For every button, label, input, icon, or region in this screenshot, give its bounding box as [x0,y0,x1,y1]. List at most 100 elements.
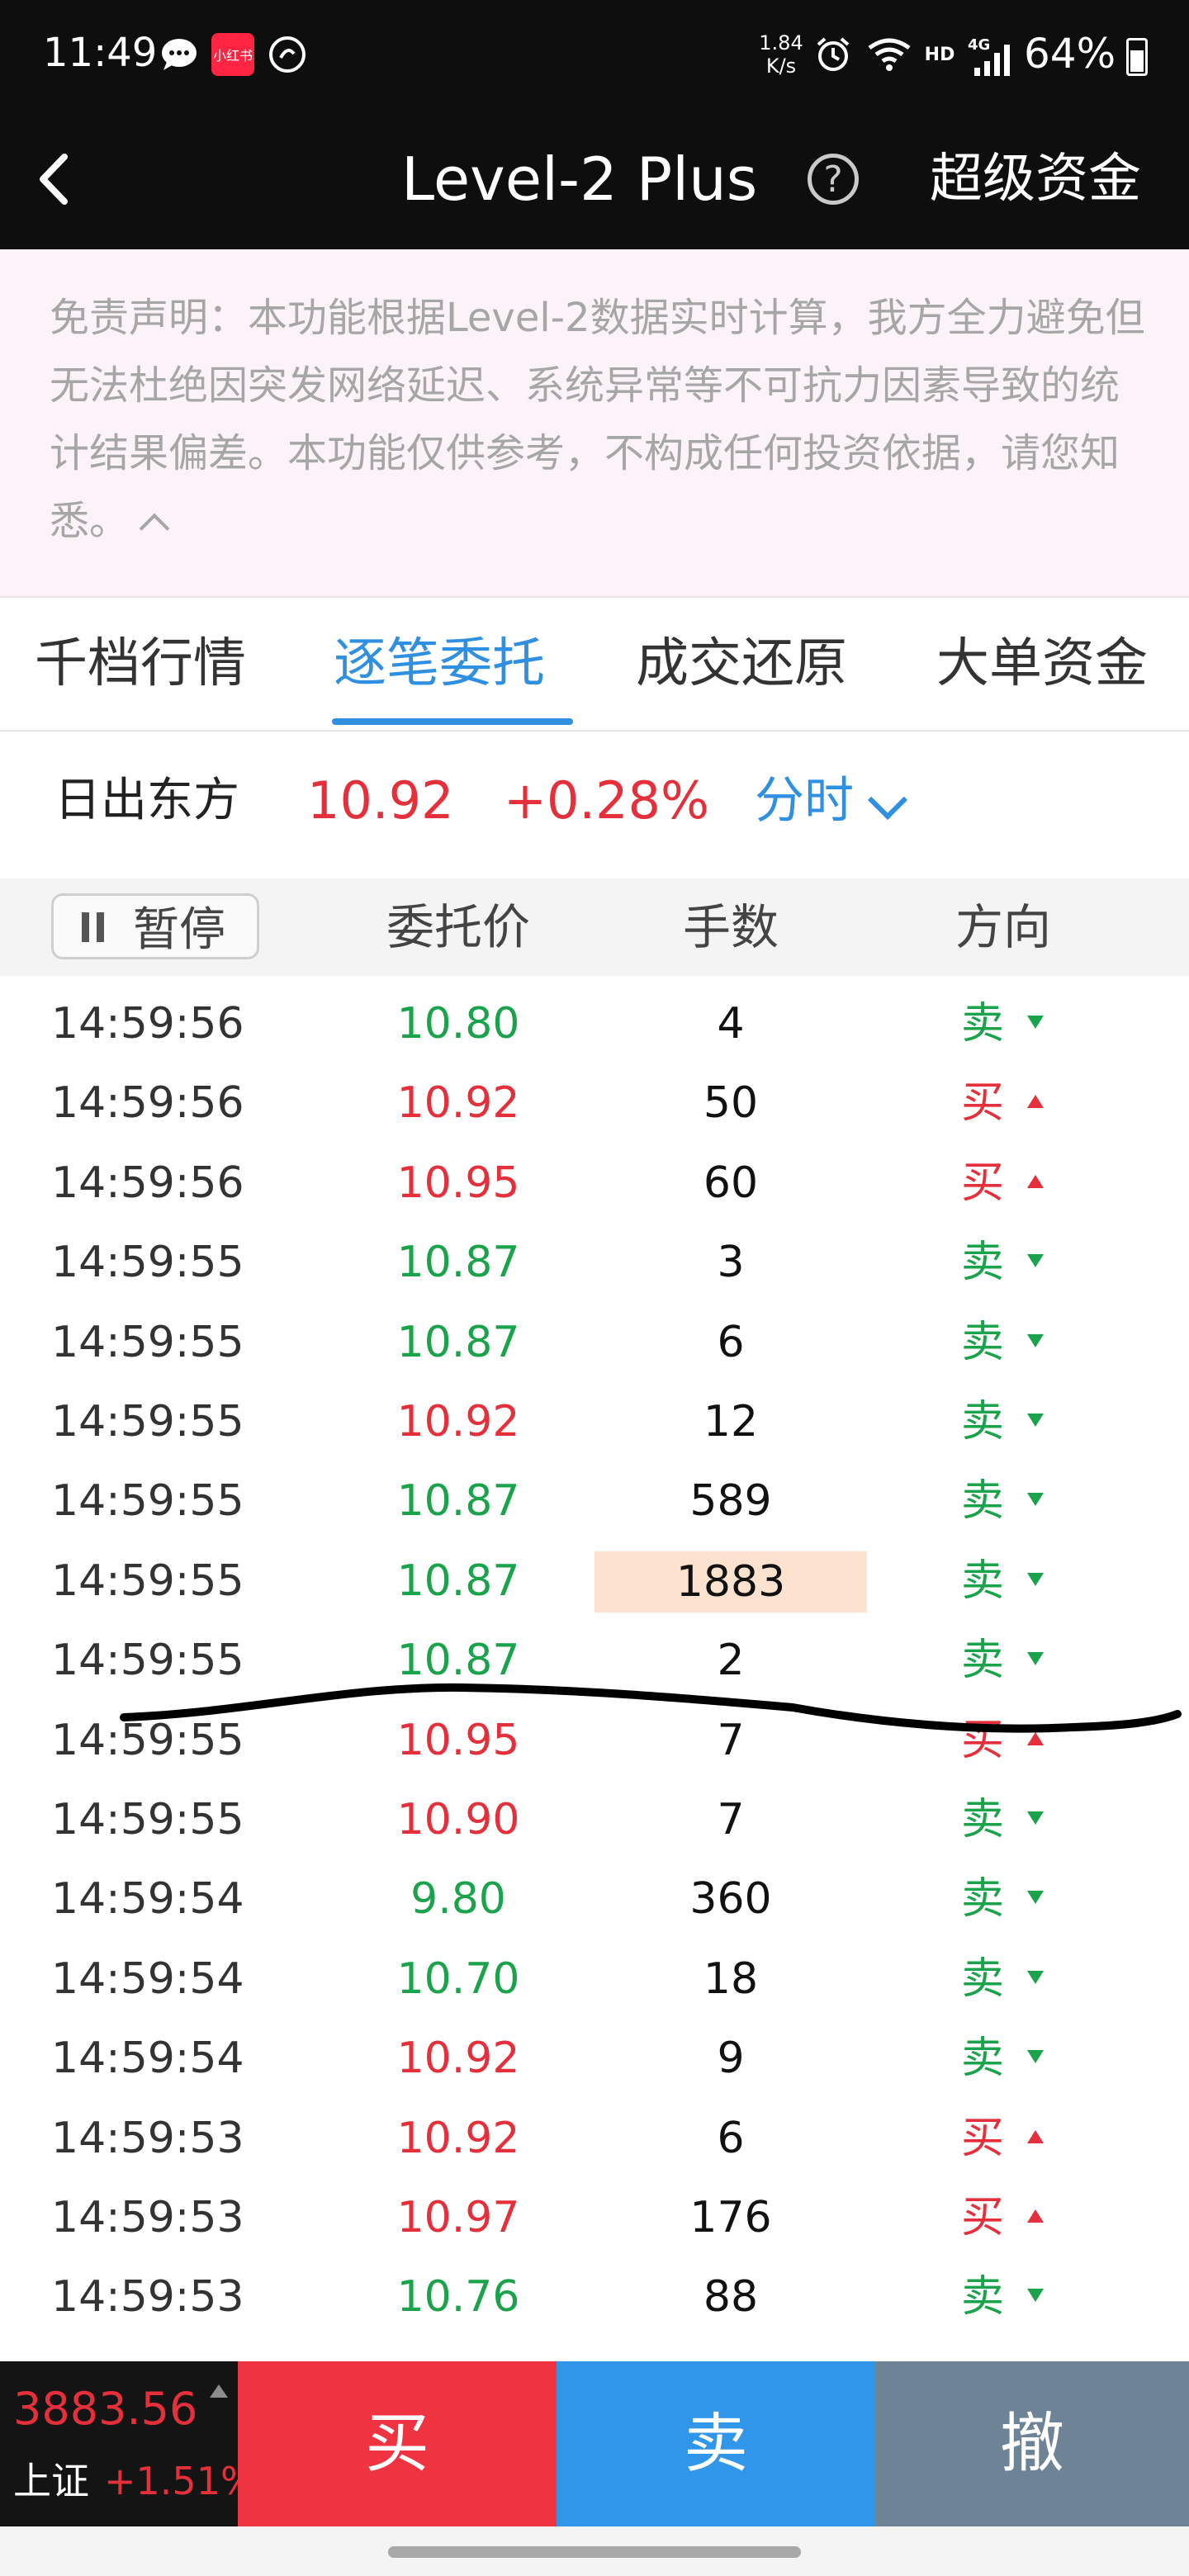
back-arrow-icon[interactable] [25,134,83,225]
order-direction: 买 [961,2193,1005,2242]
order-time: 14:59:55 [51,1556,244,1606]
sell-button[interactable]: 卖 [557,2361,875,2526]
order-price: 9.80 [410,1874,506,1925]
hand-drawn-line [120,1683,1182,1733]
triangle-up-icon [1027,2129,1044,2143]
order-price: 10.76 [396,2272,520,2323]
order-price: 10.92 [396,1078,520,1129]
order-time: 14:59:53 [51,2193,244,2242]
cellular-signal-icon: 4G [968,36,1014,76]
order-time: 14:59:55 [51,1397,244,1447]
stock-name: 日出东方 [54,774,239,827]
order-quantity: 6 [717,2113,745,2163]
collapse-chevron-icon[interactable] [139,513,170,544]
triangle-down-icon [1027,2289,1044,2303]
table-row[interactable]: 14:59:53 10.76 88 卖 [0,2257,1189,2337]
order-time: 14:59:53 [51,2113,244,2163]
order-price: 10.90 [396,1795,520,1844]
order-quantity: 60 [703,1158,759,1208]
status-bar: 11:49 小红书 1.84 K/s HD 4G 64% [0,0,1189,116]
buy-button[interactable]: 买 [238,2361,557,2526]
table-row[interactable]: 14:59:55 10.87 589 卖 [0,1461,1189,1541]
order-quantity: 88 [703,2272,759,2323]
order-time: 14:59:54 [51,1874,244,1925]
triangle-down-icon [1027,1811,1044,1825]
chevron-down-icon[interactable] [867,779,908,821]
order-quantity: 360 [689,1874,772,1925]
order-quantity: 7 [717,1795,745,1844]
tab-order-book[interactable]: 千档行情 [35,623,246,705]
triangle-up-icon [1027,1174,1044,1188]
triangle-up-icon [1027,1095,1044,1109]
order-direction: 卖 [961,1556,1005,1606]
table-row[interactable]: 14:59:55 10.87 6 卖 [0,1303,1189,1382]
table-row[interactable]: 14:59:53 10.92 6 买 [0,2099,1189,2178]
active-tab-indicator [332,718,573,725]
table-row[interactable]: 14:59:55 10.87 3 卖 [0,1223,1189,1302]
battery-icon [1126,38,1148,76]
time-mode-dropdown[interactable]: 分时 [755,768,854,834]
super-funds-link[interactable]: 超级资金 [930,134,1141,225]
status-time: 11:49 [43,30,158,76]
top-bar: 11:49 小红书 1.84 K/s HD 4G 64% Level-2 Plu… [0,0,1189,249]
table-row[interactable]: 14:59:54 9.80 360 卖 [0,1859,1189,1939]
order-quantity: 1883 [594,1551,867,1612]
column-header-direction: 方向 [955,899,1051,955]
order-price: 10.95 [396,1158,520,1208]
pause-button[interactable]: 暂停 [51,893,259,959]
order-direction: 卖 [961,1397,1005,1447]
order-price: 10.87 [396,1476,520,1527]
order-time: 14:59:55 [51,1476,244,1527]
order-price: 10.97 [396,2193,520,2242]
order-direction: 买 [961,2113,1005,2163]
order-price: 10.87 [396,1317,520,1367]
order-quantity: 3 [717,1238,745,1288]
order-price: 10.80 [396,999,520,1049]
index-name: 上证 [13,2459,89,2503]
order-time: 14:59:53 [51,2272,244,2323]
triangle-down-icon [1027,1572,1044,1586]
home-indicator[interactable] [388,2546,801,2558]
pause-icon [82,912,107,942]
table-row[interactable]: 14:59:53 10.97 176 买 [0,2178,1189,2257]
table-row[interactable]: 14:59:56 10.92 50 买 [0,1063,1189,1143]
table-row[interactable]: 14:59:55 10.92 12 卖 [0,1382,1189,1461]
order-direction: 卖 [961,1238,1005,1288]
order-time: 14:59:56 [51,999,244,1049]
order-price: 10.87 [396,1238,520,1288]
order-quantity: 4 [717,999,745,1049]
triangle-down-icon [1027,1333,1044,1347]
triangle-down-icon [1027,1493,1044,1507]
hd-indicator: HD [924,44,955,65]
cancel-order-button[interactable]: 撤 [875,2361,1189,2526]
order-time: 14:59:55 [51,1317,244,1367]
order-direction: 卖 [961,2034,1005,2084]
order-quantity: 176 [689,2193,772,2242]
tab-big-order-funds[interactable]: 大单资金 [936,623,1148,705]
tab-trade-restore[interactable]: 成交还原 [636,623,847,705]
column-header-quantity: 手数 [682,899,779,955]
triangle-down-icon [1027,1016,1044,1029]
triangle-down-icon [1027,1413,1044,1427]
order-quantity: 18 [703,1953,759,2004]
tab-order-by-order[interactable]: 逐笔委托 [334,623,545,705]
order-time: 14:59:55 [51,1238,244,1288]
stock-change: +0.28% [504,770,709,831]
order-direction: 卖 [961,1795,1005,1844]
help-icon[interactable]: ? [808,154,859,205]
table-row[interactable]: 14:59:55 10.90 7 卖 [0,1780,1189,1859]
table-row[interactable]: 14:59:56 10.80 4 卖 [0,984,1189,1063]
table-row[interactable]: 14:59:54 10.92 9 卖 [0,2019,1189,2098]
order-price: 10.87 [396,1556,520,1606]
network-speed: 1.84 K/s [759,31,803,78]
stock-info: 日出东方 10.92 +0.28% 分时 [0,732,1189,877]
index-ticker[interactable]: 3883.56 上证 +1.51% [0,2361,257,2526]
table-row[interactable]: 14:59:54 10.70 18 卖 [0,1939,1189,2019]
table-row[interactable]: 14:59:55 10.87 1883 卖 [0,1541,1189,1621]
triangle-down-icon [1027,1970,1044,1984]
table-row[interactable]: 14:59:56 10.95 60 买 [0,1144,1189,1223]
order-direction: 卖 [961,999,1005,1049]
order-quantity: 12 [703,1397,759,1447]
order-price: 10.92 [396,2113,520,2163]
nav-bar: Level-2 Plus ? 超级资金 [0,116,1189,249]
